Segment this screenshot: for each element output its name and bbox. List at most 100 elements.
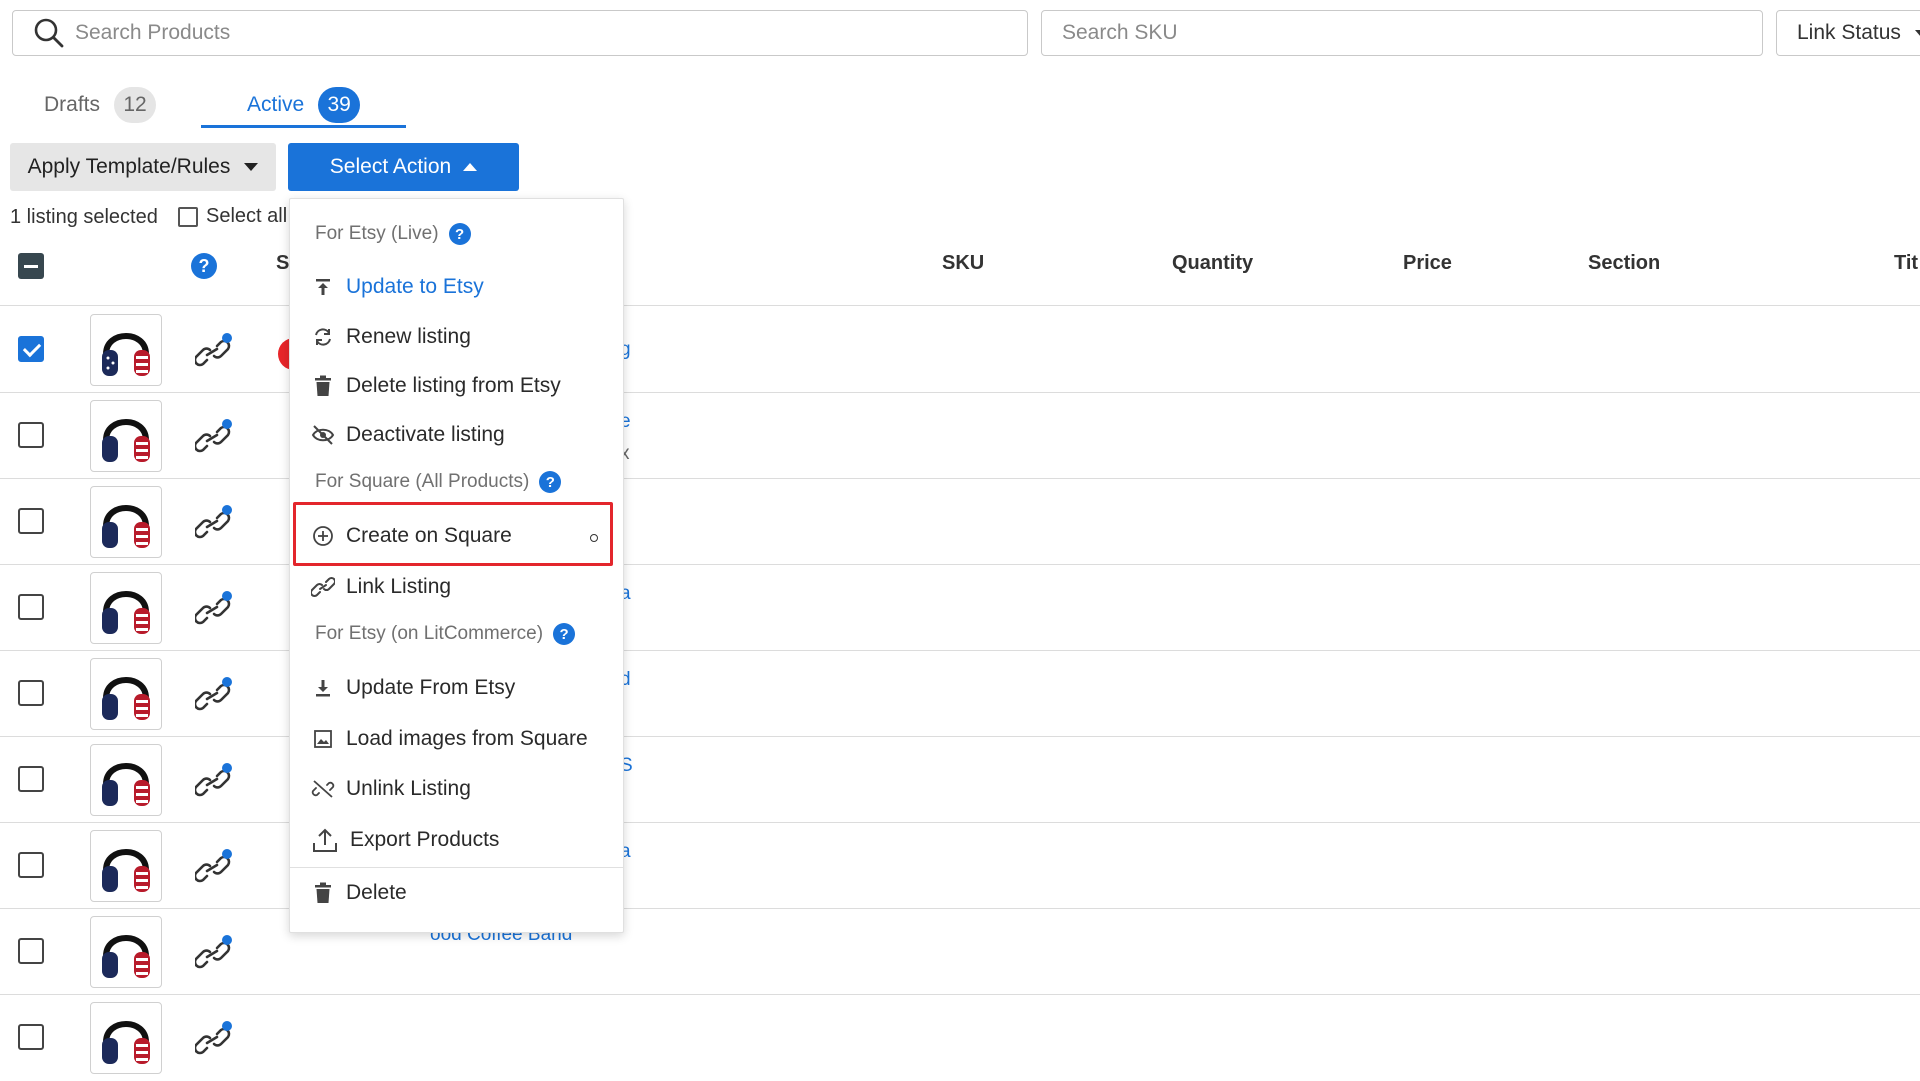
header-quantity[interactable]: Quantity [1172,252,1253,275]
search-products-box[interactable] [12,10,1028,56]
product-thumbnail[interactable] [90,314,162,386]
product-thumbnail[interactable] [90,916,162,988]
link-icon[interactable] [195,333,233,369]
header-title-partial[interactable]: Tit [1894,252,1918,275]
row-checkbox[interactable] [18,336,44,362]
header-section[interactable]: Section [1588,252,1660,275]
header-status-partial: S [276,252,290,274]
select-all-label: Select all [206,205,288,227]
link-icon[interactable] [195,935,233,971]
row-checkbox[interactable] [18,594,44,620]
headphones-product-image [102,1021,150,1064]
link-icon[interactable] [195,677,233,713]
product-thumbnail[interactable] [90,658,162,730]
menu-item-link-listing[interactable]: Link Listing [310,567,451,607]
row-checkbox[interactable] [18,680,44,706]
menu-section-square-all: For Square (All Products) ? [315,471,562,493]
link-status-label: Link Status [1797,21,1901,44]
row-checkbox[interactable] [18,422,44,448]
link-status-dropdown[interactable]: Link Status [1776,10,1920,56]
link-icon[interactable] [195,849,233,885]
menu-item-label: Renew listing [346,325,471,348]
menu-item-deactivate-listing[interactable]: Deactivate listing [310,415,505,455]
menu-item-update-from-etsy[interactable]: Update From Etsy [310,668,515,708]
menu-section-label: For Square (All Products) [315,471,530,492]
search-sku-box[interactable] [1041,10,1763,56]
product-thumbnail[interactable] [90,1002,162,1074]
caret-down-icon [1914,29,1920,37]
headphones-product-image [102,849,150,892]
product-thumbnail[interactable] [90,400,162,472]
apply-template-label: Apply Template/Rules [27,155,231,178]
table-row[interactable]: a l [0,565,1920,651]
link-icon[interactable] [195,591,233,627]
trash-icon [310,880,336,906]
link-icon[interactable] [195,505,233,541]
help-icon[interactable]: ? [448,223,471,245]
tab-drafts[interactable]: Drafts 12 [44,82,157,128]
menu-item-unlink-listing[interactable]: Unlink Listing [310,769,471,809]
menu-section-etsy-litcommerce: For Etsy (on LitCommerce) ? [315,623,576,645]
menu-item-label: Load images from Square [346,727,588,750]
header-divider [0,305,1920,306]
menu-item-load-images-from-square[interactable]: Load images from Square [310,719,588,759]
menu-item-create-on-square[interactable]: Create on Square [310,516,512,556]
menu-item-label: Delete [346,881,407,904]
menu-item-label: Update From Etsy [346,676,516,699]
menu-divider [290,867,623,868]
headphones-product-image [102,591,150,634]
trash-icon [310,373,336,399]
tab-active[interactable]: Active 39 [247,82,361,128]
table-row[interactable] [0,995,1920,1081]
table-row[interactable]: d l [0,651,1920,737]
menu-item-renew-listing[interactable]: Renew listing [310,317,471,357]
headphones-product-image [102,677,150,720]
row-checkbox[interactable] [18,852,44,878]
select-action-button[interactable]: Select Action [288,143,519,191]
drafts-count-badge: 12 [114,87,157,123]
header-sku[interactable]: SKU [942,252,984,275]
apply-template-button[interactable]: Apply Template/Rules [10,143,276,191]
product-thumbnail[interactable] [90,744,162,816]
row-checkbox[interactable] [18,938,44,964]
row-checkbox[interactable] [18,508,44,534]
row-checkbox[interactable] [18,766,44,792]
select-all-box[interactable] [178,206,198,227]
menu-item-label: Update to Etsy [346,275,484,298]
select-action-menu: For Etsy (Live) ? Update to Etsy Renew l… [289,198,624,933]
header-indeterminate-checkbox[interactable] [18,253,44,279]
search-icon [34,18,64,48]
help-icon[interactable]: ? [539,471,562,493]
table-row[interactable]: e x [0,393,1920,479]
search-products-input[interactable] [75,11,1027,55]
link-icon[interactable] [195,419,233,455]
help-icon[interactable]: ? [191,253,217,279]
table-row[interactable]: S l [0,737,1920,823]
link-icon[interactable] [195,763,233,799]
row-checkbox[interactable] [18,1024,44,1050]
table-row[interactable] [0,479,1920,565]
menu-item-export-products[interactable]: Export Products [310,820,499,860]
headphones-product-image [102,419,150,462]
menu-item-label: Export Products [350,828,500,851]
menu-item-delete[interactable]: Delete [310,873,407,913]
select-all-checkbox[interactable]: Select all [178,205,287,228]
menu-item-label: Delete listing from Etsy [346,374,561,397]
link-icon[interactable] [195,1021,233,1057]
header-price[interactable]: Price [1403,252,1452,275]
menu-item-update-to-etsy[interactable]: Update to Etsy [310,267,484,307]
product-thumbnail[interactable] [90,486,162,558]
table-row[interactable]: a l [0,823,1920,909]
product-thumbnail[interactable] [90,572,162,644]
caret-down-icon [244,163,259,171]
menu-section-label: For Etsy (on LitCommerce) [315,623,544,644]
product-thumbnail[interactable] [90,830,162,902]
tab-active-label: Active [247,93,305,116]
unlink-icon [310,776,336,802]
search-sku-input[interactable] [1062,11,1762,55]
table-row[interactable] [0,909,1920,995]
upload-arrow-icon [310,274,336,300]
menu-section-etsy-live: For Etsy (Live) ? [315,223,471,245]
help-icon[interactable]: ? [553,623,576,645]
menu-item-delete-listing-from-etsy[interactable]: Delete listing from Etsy [310,366,561,406]
